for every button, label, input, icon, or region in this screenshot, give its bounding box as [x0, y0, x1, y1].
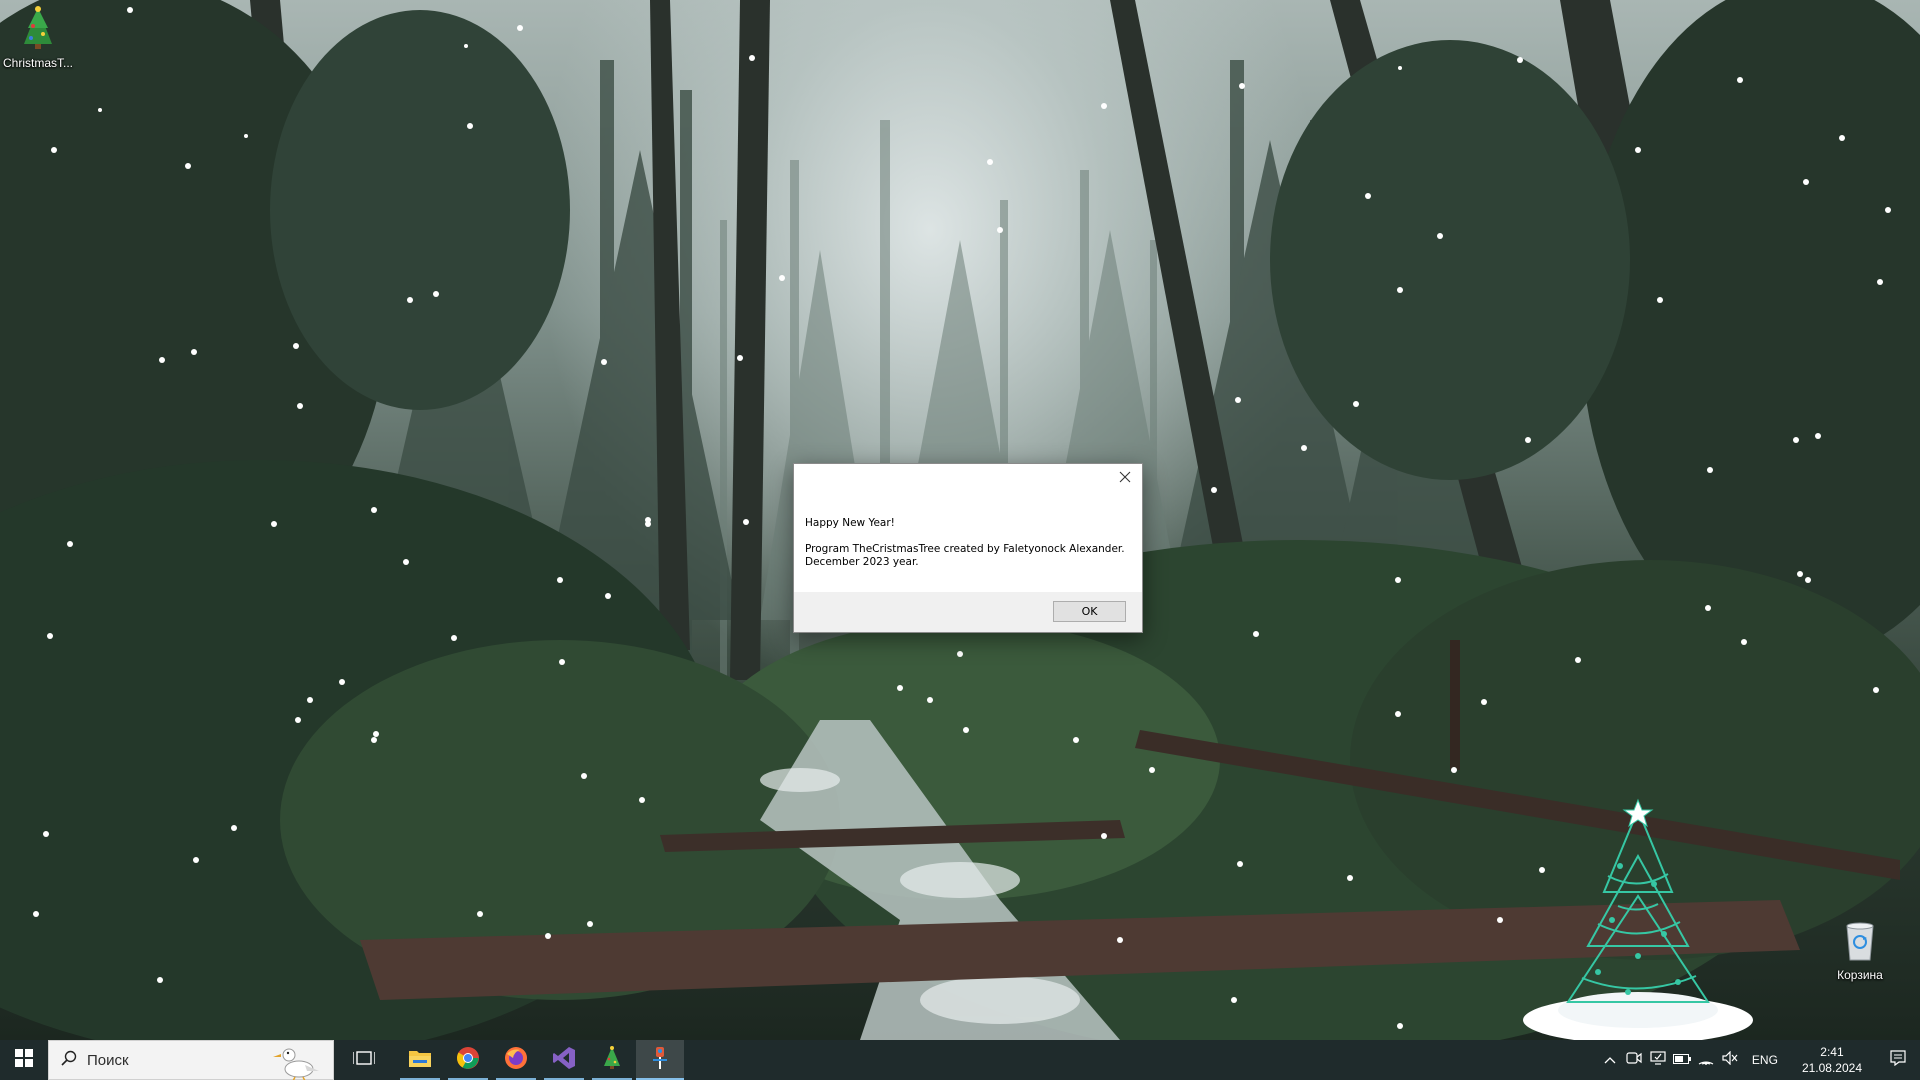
message-dialog: Happy New Year! Program TheCristmasTree … [793, 463, 1143, 633]
visual-studio-icon [552, 1046, 576, 1075]
action-center-button[interactable] [1876, 1040, 1920, 1080]
desktop-icon-label: ChristmasT... [2, 56, 73, 70]
search-input[interactable]: Поиск [87, 1052, 129, 1069]
search-highlight-bird-icon [273, 1041, 325, 1080]
task-view-button[interactable] [340, 1040, 388, 1080]
chevron-up-icon [1604, 1051, 1616, 1069]
taskbar-firefox[interactable] [492, 1040, 540, 1080]
firefox-icon [504, 1046, 528, 1075]
volume-muted-icon [1722, 1050, 1738, 1070]
tool-app-icon [649, 1046, 671, 1075]
taskbar-file-explorer[interactable] [396, 1040, 444, 1080]
dialog-credit: Program TheCristmasTree created by Falet… [805, 543, 1125, 555]
dialog-footer: OK [794, 592, 1142, 632]
notification-icon [1890, 1049, 1906, 1071]
search-box[interactable]: Поиск [48, 1040, 334, 1080]
start-button[interactable] [0, 1040, 48, 1080]
taskbar-tool-app[interactable] [636, 1040, 684, 1080]
ok-button[interactable]: OK [1053, 601, 1126, 622]
battery-icon [1672, 1051, 1691, 1069]
search-icon [61, 1050, 77, 1071]
christmas-tree-icon [14, 4, 62, 52]
monitor-check-icon [1650, 1050, 1666, 1070]
windows-logo-icon [15, 1048, 33, 1072]
camera-icon [1626, 1051, 1642, 1070]
taskbar: Поиск ENG 2:41 21.08.2024 [0, 1040, 1920, 1080]
taskbar-visual-studio[interactable] [540, 1040, 588, 1080]
christmas-tree-widget [1508, 796, 1778, 1051]
dialog-close-button[interactable] [1112, 468, 1138, 490]
task-view-icon [352, 1049, 376, 1072]
file-explorer-icon [408, 1048, 432, 1073]
dialog-date: December 2023 year. [805, 556, 919, 568]
desktop-icon-label: Корзина [1837, 968, 1883, 982]
clock-date: 21.08.2024 [1801, 1061, 1862, 1075]
dialog-message: Happy New Year! Program TheCristmasTree … [805, 517, 1132, 569]
dialog-greeting: Happy New Year! [805, 517, 895, 529]
tray-volume-button[interactable] [1718, 1040, 1742, 1080]
christmas-tree-app-icon [601, 1045, 623, 1075]
desktop-icon-recycle-bin[interactable]: Корзина [1822, 916, 1898, 982]
tray-battery-button[interactable] [1670, 1040, 1694, 1080]
clock-time: 2:41 [1820, 1045, 1844, 1059]
taskbar-chrome[interactable] [444, 1040, 492, 1080]
close-icon [1119, 470, 1131, 488]
show-hidden-icons-button[interactable] [1598, 1040, 1622, 1080]
input-language-indicator[interactable]: ENG [1742, 1053, 1788, 1067]
tray-security-button[interactable] [1646, 1040, 1670, 1080]
wifi-icon [1698, 1051, 1714, 1070]
desktop-icon-christmas-tree[interactable]: ChristmasT... [0, 4, 76, 70]
tray-network-button[interactable] [1694, 1040, 1718, 1080]
system-tray: ENG 2:41 21.08.2024 [1598, 1040, 1920, 1080]
chrome-icon [456, 1046, 480, 1075]
clock[interactable]: 2:41 21.08.2024 [1788, 1044, 1876, 1076]
tray-meet-button[interactable] [1622, 1040, 1646, 1080]
taskbar-christmas-tree-app[interactable] [588, 1040, 636, 1080]
recycle-bin-icon [1836, 916, 1884, 964]
